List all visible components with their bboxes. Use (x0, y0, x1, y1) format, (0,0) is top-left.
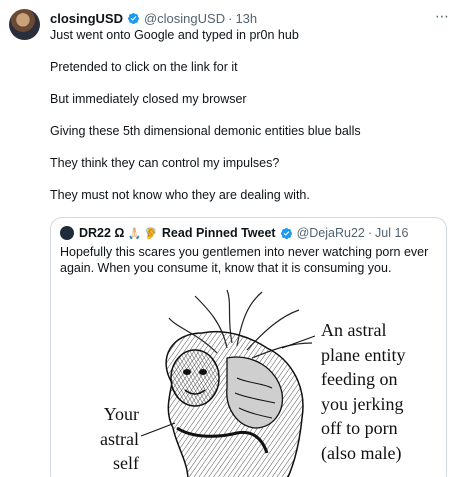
caption-line: self (113, 453, 139, 473)
verified-badge-icon (280, 227, 292, 239)
image-caption-right: An astral plane entity feeding on you je… (321, 318, 405, 465)
tweet-header: closingUSD @closingUSD · 13h (50, 9, 257, 27)
verified-badge-icon (127, 12, 140, 24)
tweet-line: Just went onto Google and typed in pr0n … (50, 28, 299, 42)
quoted-tweet-image[interactable]: An astral plane entity feeding on you je… (77, 288, 435, 477)
tweet-text: Just went onto Google and typed in pr0n … (50, 27, 445, 219)
tweet-time[interactable]: 13h (235, 11, 257, 26)
more-icon[interactable]: ⋯ (435, 8, 450, 25)
caption-line: you jerking (321, 393, 404, 414)
tweet: closingUSD @closingUSD · 13h ⋯ Just went… (0, 0, 450, 477)
tweet-line: They must not know who they are dealing … (50, 188, 310, 202)
quoted-author-name[interactable]: DR22 Ω (79, 226, 124, 240)
quoted-tweet-date[interactable]: Jul 16 (375, 226, 408, 240)
name-emojis: 🙏🏻 🦻 (127, 227, 158, 240)
quoted-tweet[interactable]: DR22 Ω 🙏🏻 🦻 Read Pinned Tweet @DejaRu22 … (50, 217, 447, 477)
caption-line: plane entity (321, 344, 406, 365)
caption-line: An astral (321, 320, 387, 340)
quoted-tweet-text: Hopefully this scares you gentlemen into… (60, 245, 429, 275)
tweet-line: Giving these 5th dimensional demonic ent… (50, 124, 361, 138)
tweet-line: But immediately closed my browser (50, 92, 247, 106)
caption-line: off to porn (321, 418, 398, 438)
tweet-line: They think they can control my impulses? (50, 156, 280, 170)
quoted-tweet-header: DR22 Ω 🙏🏻 🦻 Read Pinned Tweet @DejaRu22 … (60, 224, 408, 242)
quoted-author-handle[interactable]: @DejaRu22 (297, 226, 365, 240)
quoted-author-avatar[interactable] (60, 226, 74, 240)
separator-dot: · (367, 226, 373, 240)
caption-line: (also male) (321, 442, 402, 463)
author-handle[interactable]: @closingUSD (144, 11, 225, 26)
author-avatar[interactable] (9, 9, 40, 40)
caption-line: feeding on (321, 369, 398, 389)
caption-line: astral (100, 428, 139, 449)
caption-line: Your (103, 404, 139, 424)
pinned-tweet-label: Read Pinned Tweet (161, 226, 276, 240)
separator-dot: · (228, 10, 233, 26)
author-name[interactable]: closingUSD (50, 11, 123, 26)
image-caption-left: Your astral self (83, 402, 139, 476)
tweet-line: Pretended to click on the link for it (50, 60, 238, 74)
